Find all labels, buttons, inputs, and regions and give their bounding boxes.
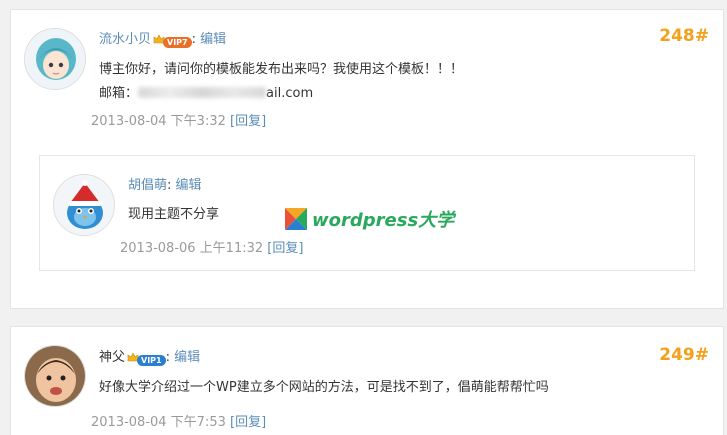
edit-link[interactable]: 编辑 — [176, 178, 202, 193]
wordpress-daxue-logo-icon — [285, 208, 307, 230]
comment-date: 2013-08-04 下午3:32 [回复] — [91, 114, 267, 129]
reply-link[interactable]: [回复] — [230, 114, 266, 129]
comment-date: 2013-08-06 上午11:32 [回复] — [120, 241, 304, 256]
anime-girl-avatar-icon — [25, 29, 85, 89]
avatar[interactable] — [24, 345, 86, 407]
watermark: wordpress大学 — [285, 206, 454, 232]
comment-card: 流水小贝 VIP7: 编辑 248# 博主你好，请问你的模板能发布出来吗？我使用这… — [10, 9, 724, 309]
comment-meta: 神父 VIP1: 编辑 — [99, 350, 201, 367]
avatar[interactable] — [24, 28, 86, 90]
comment-text: 好像大学介绍过一个WP建立多个网站的方法，可是找不到了，倡萌能帮帮忙吗 — [99, 380, 549, 395]
author-name[interactable]: 流水小贝 — [99, 32, 151, 47]
floor-number: 249# — [659, 345, 709, 365]
comment-text: 现用主题不分享 — [128, 207, 220, 222]
blurred-email — [138, 87, 267, 98]
author-name[interactable]: 胡倡萌 — [128, 178, 167, 193]
comment-meta: 流水小贝 VIP7: 编辑 — [99, 32, 227, 49]
vip-badge: VIP1 — [127, 352, 166, 367]
edit-link[interactable]: 编辑 — [200, 32, 226, 47]
author-name[interactable]: 神父 — [99, 350, 125, 365]
comment-email: 邮箱： ail.com — [99, 86, 314, 101]
edit-link[interactable]: 编辑 — [174, 350, 200, 365]
blue-bird-avatar-icon — [54, 175, 114, 235]
floor-number: 248# — [659, 26, 709, 46]
vip-badge: VIP7 — [153, 34, 192, 49]
comment-meta: 胡倡萌: 编辑 — [128, 178, 202, 193]
comment-text: 博主你好，请问你的模板能发布出来吗？我使用这个模板！！！ — [99, 62, 464, 77]
comment-card: 神父 VIP1: 编辑 249# 好像大学介绍过一个WP建立多个网站的方法，可是找… — [10, 326, 724, 435]
comment-date: 2013-08-04 下午7:53 [回复] — [91, 415, 267, 430]
reply-link[interactable]: [回复] — [230, 415, 266, 430]
baby-photo-avatar-icon — [25, 346, 85, 406]
watermark-text: wordpress大学 — [312, 210, 455, 231]
avatar[interactable] — [53, 174, 115, 236]
reply-link[interactable]: [回复] — [267, 241, 303, 256]
